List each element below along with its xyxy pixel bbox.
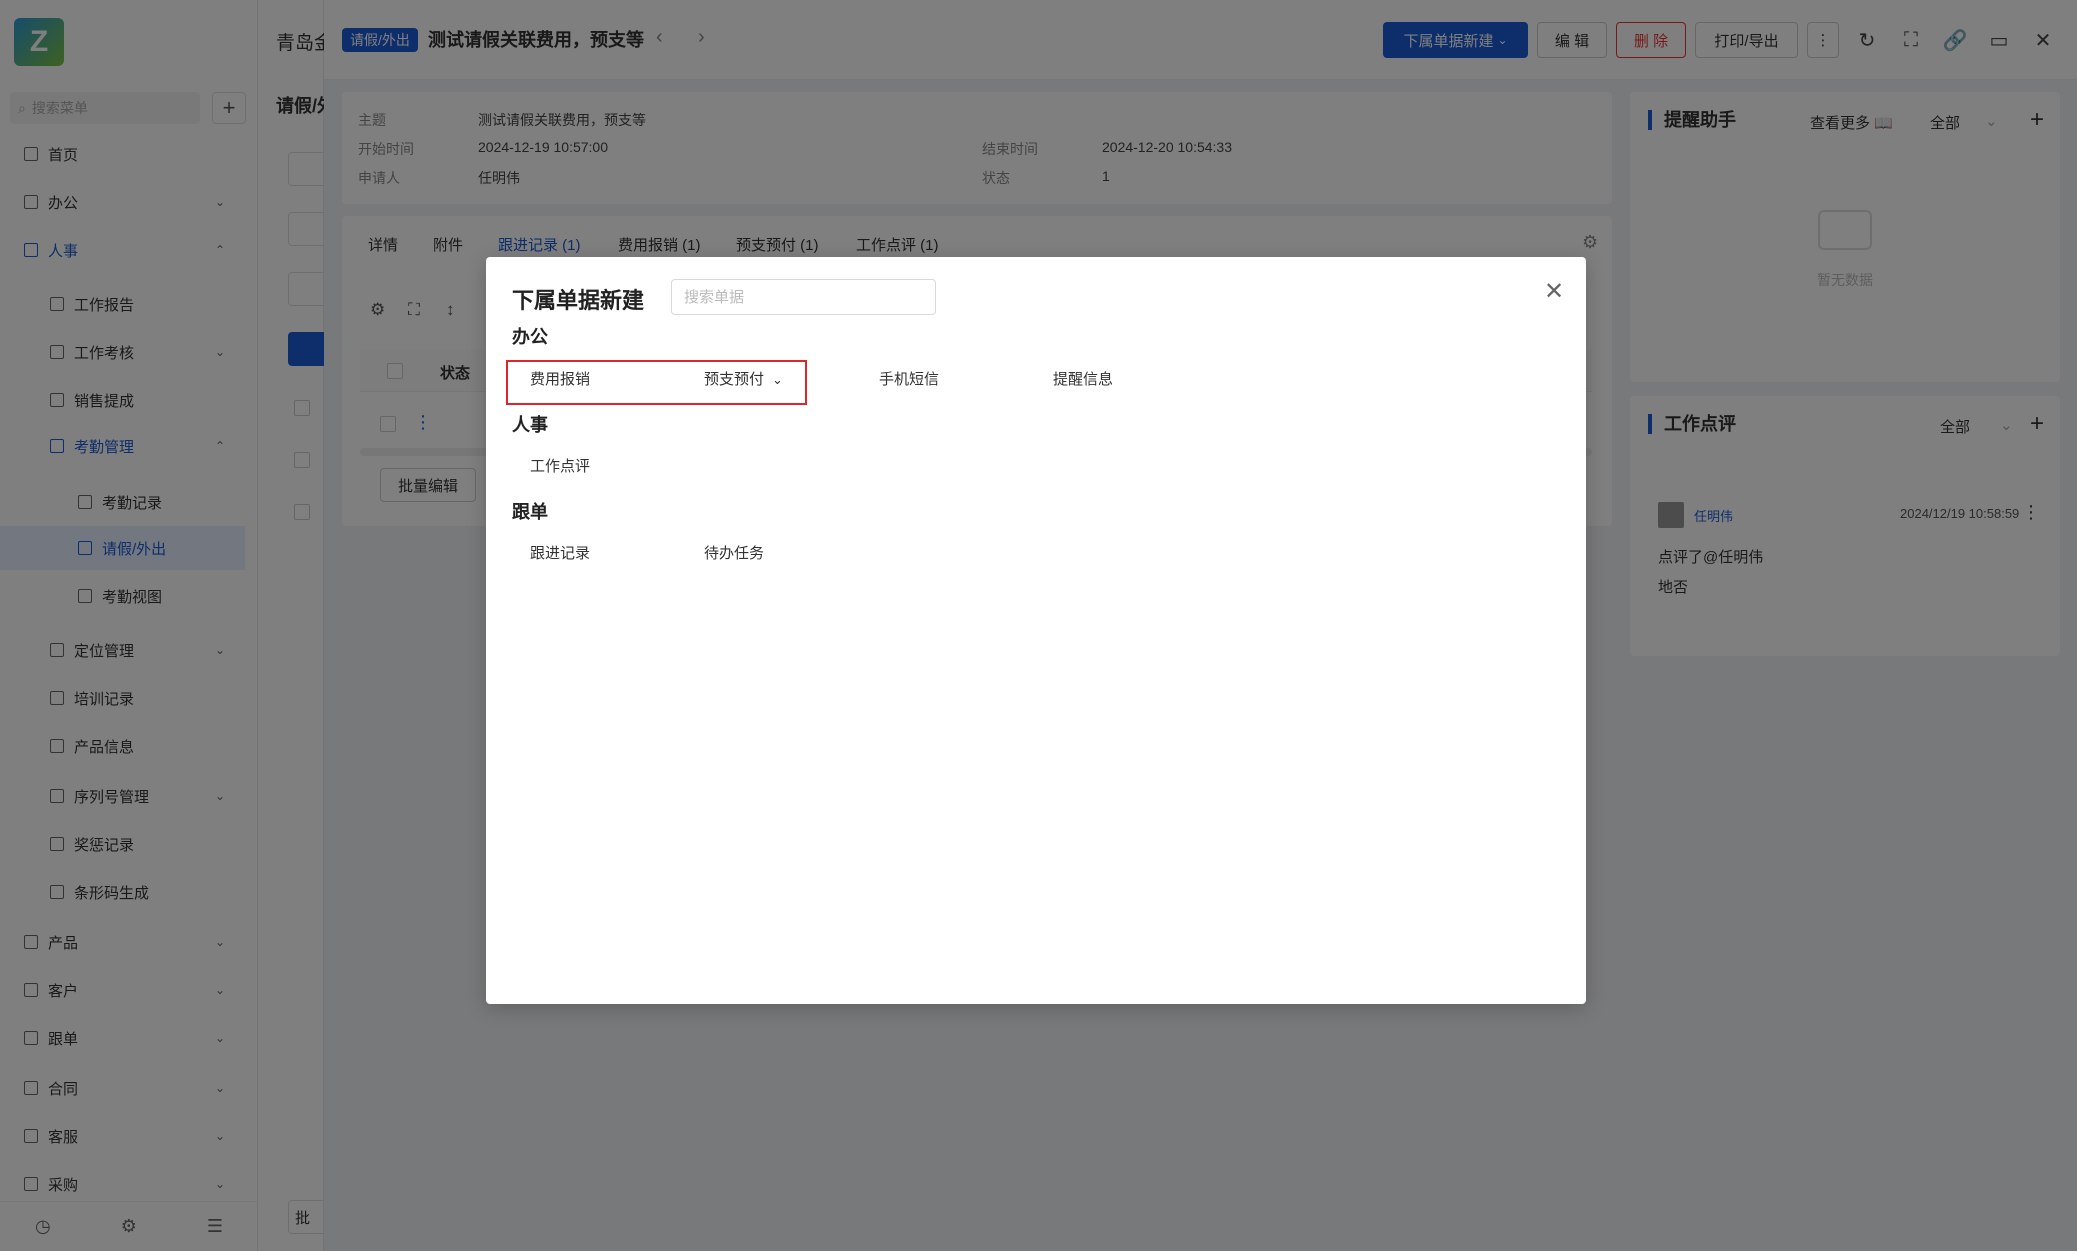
chevron-down-icon[interactable]: ⌄ (772, 372, 783, 388)
group-title-office: 办公 (512, 327, 548, 347)
option-todo-task[interactable]: 待办任务 (704, 542, 764, 563)
option-follow-record[interactable]: 跟进记录 (530, 542, 590, 563)
option-work-review[interactable]: 工作点评 (530, 455, 590, 476)
option-expense[interactable]: 费用报销 (530, 368, 590, 389)
new-child-doc-modal: 下属单据新建 ✕ 办公 费用报销 预支预付 ⌄ 手机短信 提醒信息 人事 工作点评… (486, 257, 1586, 1004)
close-icon[interactable]: ✕ (1540, 277, 1568, 305)
doc-search-input[interactable] (671, 279, 936, 315)
option-advance-label: 预支预付 (704, 371, 765, 388)
option-sms[interactable]: 手机短信 (879, 368, 939, 389)
group-title-follow: 跟单 (512, 502, 548, 522)
group-title-hr: 人事 (512, 415, 548, 435)
modal-title: 下属单据新建 (512, 288, 645, 313)
option-advance[interactable]: 预支预付 ⌄ (704, 368, 783, 389)
option-reminder[interactable]: 提醒信息 (1053, 368, 1113, 389)
